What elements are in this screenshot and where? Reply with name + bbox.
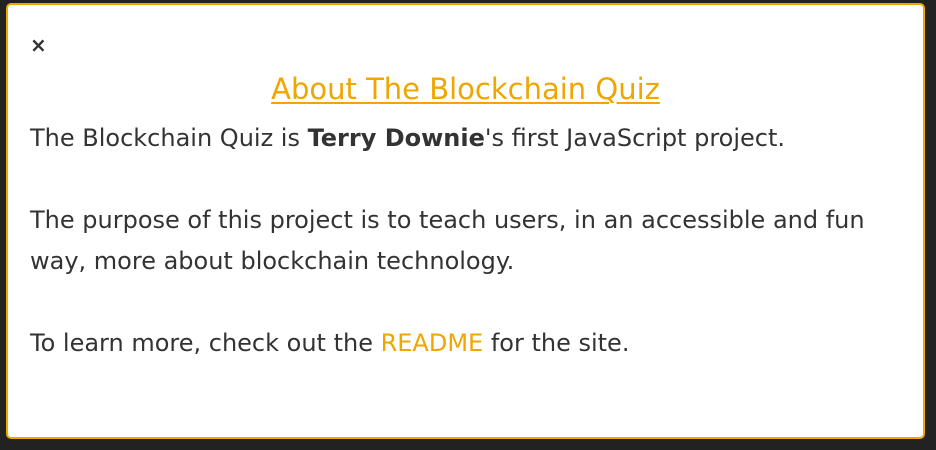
author-name: Terry Downie — [307, 124, 485, 152]
intro-prefix: The Blockchain Quiz is — [30, 124, 308, 152]
learn-more-paragraph: To learn more, check out the README for … — [30, 323, 900, 364]
modal-content: The Blockchain Quiz is Terry Downie's fi… — [30, 118, 900, 364]
readme-link[interactable]: README — [381, 329, 484, 357]
about-modal: × About The Blockchain Quiz The Blockcha… — [6, 3, 925, 439]
purpose-paragraph: The purpose of this project is to teach … — [30, 206, 865, 275]
intro-suffix: 's first JavaScript project. — [484, 124, 786, 152]
modal-title[interactable]: About The Blockchain Quiz — [8, 71, 923, 107]
intro-paragraph: The Blockchain Quiz is Terry Downie's fi… — [30, 118, 900, 159]
learn-prefix: To learn more, check out the — [30, 329, 381, 357]
learn-suffix: for the site. — [483, 329, 630, 357]
close-icon[interactable]: × — [30, 35, 47, 55]
